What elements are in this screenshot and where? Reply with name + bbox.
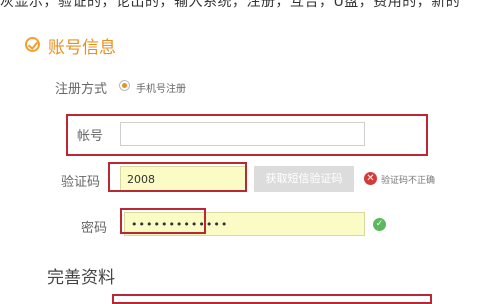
register-method-radio[interactable] [119, 80, 130, 91]
account-input[interactable] [120, 122, 365, 146]
get-sms-code-button[interactable]: 获取短信验证码 [254, 166, 354, 192]
password-highlight-box [120, 208, 206, 234]
check-circle-icon: ✓ [373, 218, 386, 231]
section-title: 账号信息 [48, 38, 116, 58]
password-label: 密码 [81, 221, 108, 236]
verify-code-label: 验证码 [61, 175, 101, 190]
top-instruction-text: 灰显示，验证的，论出的，输入系统，注册，互合，U盘，费用的，新的 [0, 0, 461, 10]
check-circle-title-icon [25, 37, 40, 52]
bottom-highlight-box [112, 294, 432, 304]
register-method-option-label[interactable]: 手机号注册 [136, 80, 186, 95]
complete-profile-title: 完善资料 [47, 268, 115, 288]
verify-code-highlight-box [108, 162, 247, 192]
verify-code-error-text: 验证码不正确 [381, 176, 436, 186]
register-method-label: 注册方式 [55, 82, 108, 97]
x-circle-icon: ✕ [364, 172, 377, 185]
account-label: 帐号 [77, 129, 104, 144]
